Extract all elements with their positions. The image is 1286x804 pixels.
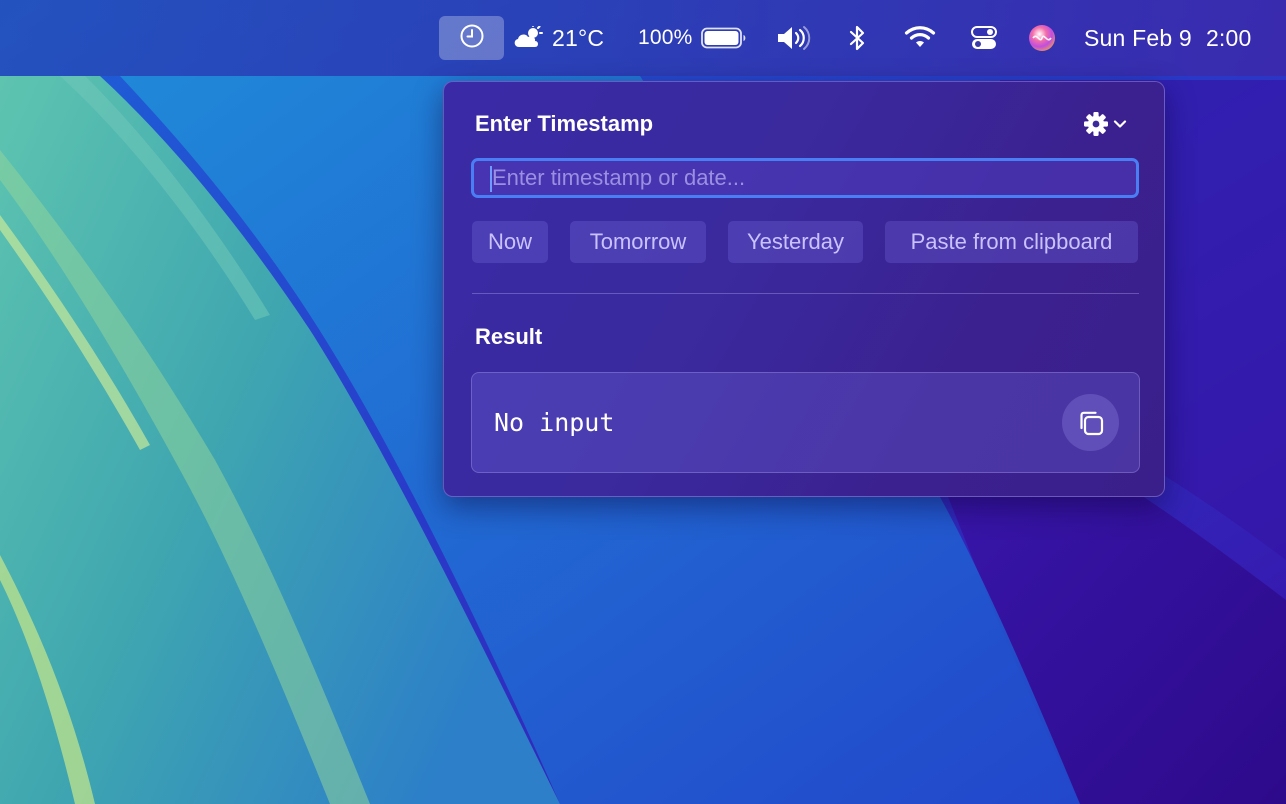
- section-divider: [472, 293, 1139, 294]
- menu-bar: 21°C 100% Sun Feb 9 2:00: [0, 0, 1286, 76]
- result-box: No input: [471, 372, 1140, 473]
- clock-icon: [459, 23, 485, 54]
- copy-button[interactable]: [1062, 394, 1119, 451]
- wifi-menu-extra[interactable]: [900, 16, 940, 60]
- control-center-menu-extra[interactable]: [966, 16, 1002, 60]
- result-value: No input: [494, 408, 615, 437]
- weather-menu-extra[interactable]: 21°C: [512, 16, 610, 60]
- paste-from-clipboard-button[interactable]: Paste from clipboard: [885, 221, 1138, 263]
- battery-level-fill: [704, 31, 739, 45]
- control-center-icon: [970, 25, 998, 51]
- timestamp-popover: Enter Timestamp Enter timestamp or date.…: [443, 81, 1165, 497]
- battery-icon: [700, 27, 747, 49]
- battery-menu-extra[interactable]: 100%: [638, 16, 746, 60]
- timestamp-input[interactable]: [471, 158, 1139, 198]
- weather-temperature: 21°C: [552, 24, 605, 51]
- menu-bar-date: Sun Feb 9: [1084, 24, 1192, 51]
- result-heading: Result: [475, 324, 543, 349]
- settings-menu-button[interactable]: [1083, 110, 1133, 138]
- volume-icon: [775, 25, 813, 51]
- siri-menu-extra[interactable]: [1026, 16, 1058, 60]
- volume-menu-extra[interactable]: [774, 16, 814, 60]
- menu-bar-time: 2:00: [1205, 24, 1252, 51]
- yesterday-button[interactable]: Yesterday: [728, 221, 863, 263]
- cloud-sun-icon: [512, 26, 546, 50]
- copy-icon: [1075, 407, 1107, 439]
- menu-bar-clock[interactable]: Sun Feb 9 2:00: [1084, 16, 1259, 60]
- wifi-icon: [903, 25, 937, 51]
- now-button[interactable]: Now: [472, 221, 548, 263]
- siri-icon: [1028, 24, 1056, 52]
- bluetooth-icon: [847, 24, 867, 52]
- gear-icon: [1083, 111, 1109, 137]
- timestamp-menu-extra[interactable]: [439, 16, 504, 60]
- chevron-down-icon: [1113, 119, 1127, 129]
- tomorrow-button[interactable]: Tomorrow: [570, 221, 706, 263]
- text-caret: [490, 166, 492, 192]
- battery-percent: 100%: [638, 26, 693, 49]
- bluetooth-menu-extra[interactable]: [842, 16, 872, 60]
- popover-title: Enter Timestamp: [475, 111, 654, 136]
